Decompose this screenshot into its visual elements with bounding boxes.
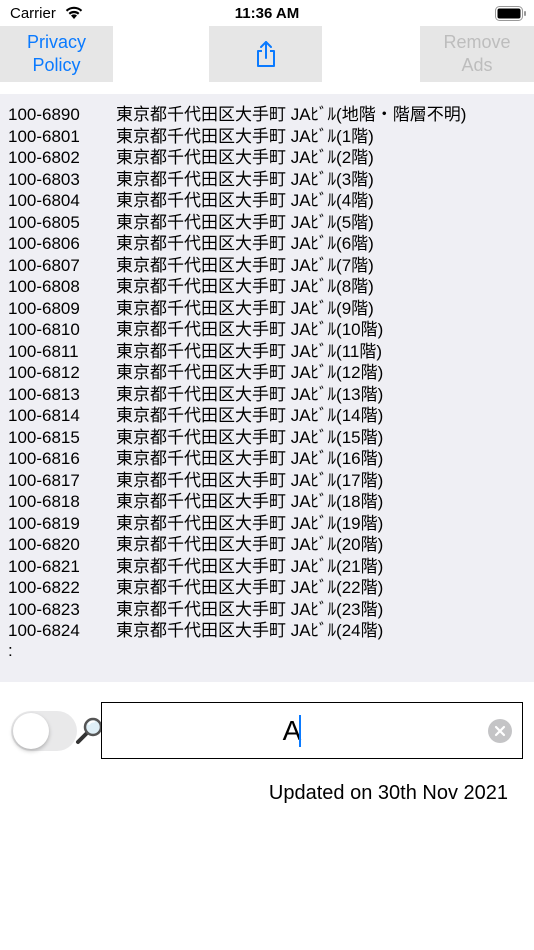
list-item[interactable]: 100-6801 東京都千代田区大手町 JAﾋﾞﾙ(1階) (8, 126, 466, 148)
clear-icon[interactable] (488, 719, 512, 743)
privacy-policy-label: Privacy Policy (26, 32, 86, 75)
list-item[interactable]: 100-6811 東京都千代田区大手町 JAﾋﾞﾙ(11階) (8, 341, 466, 363)
list-item[interactable]: 100-6807 東京都千代田区大手町 JAﾋﾞﾙ(7階) (8, 255, 466, 277)
address: 東京都千代田区大手町 JAﾋﾞﾙ(18階) (116, 492, 384, 511)
list-item[interactable]: 100-6817 東京都千代田区大手町 JAﾋﾞﾙ(17階) (8, 470, 466, 492)
postal-code: 100-6808 (8, 277, 80, 296)
address: 東京都千代田区大手町 JAﾋﾞﾙ(1階) (116, 126, 374, 146)
privacy-policy-button[interactable]: Privacy Policy (0, 26, 113, 82)
address: 東京都千代田区大手町 JAﾋﾞﾙ(地階・階層不明) (116, 105, 467, 124)
list-item[interactable]: 100-6823 東京都千代田区大手町 JAﾋﾞﾙ(23階) (8, 599, 466, 621)
address: 東京都千代田区大手町 JAﾋﾞﾙ(19階) (116, 513, 384, 533)
list-item[interactable]: 100-6818 東京都千代田区大手町 JAﾋﾞﾙ(18階) (8, 491, 466, 513)
address: 東京都千代田区大手町 JAﾋﾞﾙ(7階) (116, 255, 374, 275)
address: 東京都千代田区大手町 JAﾋﾞﾙ(3階) (116, 169, 374, 189)
postal-code: 100-6803 (8, 169, 80, 189)
address: 東京都千代田区大手町 JAﾋﾞﾙ(11階) (116, 341, 383, 361)
postal-code: 100-6816 (8, 449, 80, 468)
postal-code: 100-6813 (8, 384, 80, 404)
list-item[interactable]: 100-6815 東京都千代田区大手町 JAﾋﾞﾙ(15階) (8, 427, 466, 449)
address: 東京都千代田区大手町 JAﾋﾞﾙ(2階) (116, 148, 374, 167)
list-item[interactable]: 100-6804 東京都千代田区大手町 JAﾋﾞﾙ(4階) (8, 190, 466, 212)
status-bar: Carrier 11:36 AM (0, 0, 534, 26)
clock: 11:36 AM (234, 5, 300, 22)
address: 東京都千代田区大手町 JAﾋﾞﾙ(15階) (116, 427, 384, 447)
postal-code: 100-6818 (8, 492, 80, 511)
list-item[interactable]: 100-6820 東京都千代田区大手町 JAﾋﾞﾙ(20階) (8, 534, 466, 556)
postal-code: 100-6815 (8, 427, 80, 447)
list-item[interactable]: 100-6806 東京都千代田区大手町 JAﾋﾞﾙ(6階) (8, 233, 466, 255)
postal-code: 100-6823 (8, 599, 80, 619)
remove-ads-label: Remove Ads (443, 32, 511, 75)
list-item[interactable]: 100-6809 東京都千代田区大手町 JAﾋﾞﾙ(9階) (8, 298, 466, 320)
address: 東京都千代田区大手町 JAﾋﾞﾙ(21階) (116, 556, 384, 576)
postal-code: 100-6890 (8, 105, 80, 124)
magnifier-icon (76, 717, 103, 744)
address: 東京都千代田区大手町 JAﾋﾞﾙ(23階) (116, 599, 384, 619)
share-icon (256, 41, 275, 67)
results-list: 100-6890 東京都千代田区大手町 JAﾋﾞﾙ(地階・階層不明) 100-680… (8, 104, 466, 663)
list-item[interactable]: 100-6816 東京都千代田区大手町 JAﾋﾞﾙ(16階) (8, 448, 466, 470)
postal-code: 100-6812 (8, 363, 80, 382)
postal-code: 100-6824 (8, 621, 80, 640)
postal-code: 100-6814 (8, 406, 80, 425)
more-indicator: : (8, 640, 13, 660)
postal-code: 100-6820 (8, 535, 80, 554)
list-item[interactable]: 100-6819 東京都千代田区大手町 JAﾋﾞﾙ(19階) (8, 513, 466, 535)
address: 東京都千代田区大手町 JAﾋﾞﾙ(5階) (116, 212, 374, 232)
remove-ads-button[interactable]: Remove Ads (420, 26, 534, 82)
address: 東京都千代田区大手町 JAﾋﾞﾙ(22階) (116, 578, 384, 597)
list-item[interactable]: 100-6821 東京都千代田区大手町 JAﾋﾞﾙ(21階) (8, 556, 466, 578)
list-item[interactable]: 100-6812 東京都千代田区大手町 JAﾋﾞﾙ(12階) (8, 362, 466, 384)
list-item[interactable]: 100-6808 東京都千代田区大手町 JAﾋﾞﾙ(8階) (8, 276, 466, 298)
address: 東京都千代田区大手町 JAﾋﾞﾙ(8階) (116, 277, 374, 296)
postal-code: 100-6817 (8, 470, 80, 490)
search-field[interactable]: A (101, 702, 523, 759)
postal-code: 100-6819 (8, 513, 80, 533)
postal-code: 100-6822 (8, 578, 80, 597)
address: 東京都千代田区大手町 JAﾋﾞﾙ(17階) (116, 470, 384, 490)
address: 東京都千代田区大手町 JAﾋﾞﾙ(13階) (116, 384, 384, 404)
battery-icon (495, 6, 526, 21)
address: 東京都千代田区大手町 JAﾋﾞﾙ(12階) (116, 363, 384, 382)
postal-code: 100-6821 (8, 556, 80, 576)
postal-code: 100-6802 (8, 148, 80, 167)
share-button[interactable] (209, 26, 322, 82)
postal-code: 100-6804 (8, 191, 80, 210)
list-item[interactable]: 100-6802 東京都千代田区大手町 JAﾋﾞﾙ(2階) (8, 147, 466, 169)
list-item[interactable]: 100-6824 東京都千代田区大手町 JAﾋﾞﾙ(24階) (8, 620, 466, 642)
list-item[interactable]: 100-6805 東京都千代田区大手町 JAﾋﾞﾙ(5階) (8, 212, 466, 234)
address: 東京都千代田区大手町 JAﾋﾞﾙ(10階) (116, 320, 384, 339)
updated-date-label: Updated on 30th Nov 2021 (268, 782, 508, 804)
results-panel[interactable]: 100-6890 東京都千代田区大手町 JAﾋﾞﾙ(地階・階層不明) 100-680… (0, 94, 534, 682)
postal-code: 100-6801 (8, 126, 80, 146)
list-item[interactable]: 100-6803 東京都千代田区大手町 JAﾋﾞﾙ(3階) (8, 169, 466, 191)
address: 東京都千代田区大手町 JAﾋﾞﾙ(24階) (116, 621, 384, 640)
list-item[interactable]: 100-6822 東京都千代田区大手町 JAﾋﾞﾙ(22階) (8, 577, 466, 599)
address: 東京都千代田区大手町 JAﾋﾞﾙ(9階) (116, 298, 374, 318)
postal-code: 100-6806 (8, 234, 80, 253)
postal-code: 100-6805 (8, 212, 80, 232)
text-caret (299, 715, 301, 747)
address: 東京都千代田区大手町 JAﾋﾞﾙ(4階) (116, 191, 374, 210)
postal-code: 100-6810 (8, 320, 80, 339)
postal-code: 100-6809 (8, 298, 80, 318)
address: 東京都千代田区大手町 JAﾋﾞﾙ(16階) (116, 449, 384, 468)
address: 東京都千代田区大手町 JAﾋﾞﾙ(6階) (116, 234, 374, 253)
address: 東京都千代田区大手町 JAﾋﾞﾙ(14階) (116, 406, 384, 425)
search-input[interactable]: A (102, 703, 482, 758)
list-item[interactable]: 100-6890 東京都千代田区大手町 JAﾋﾞﾙ(地階・階層不明) (8, 104, 466, 126)
postal-code: 100-6807 (8, 255, 80, 275)
list-item[interactable]: 100-6814 東京都千代田区大手町 JAﾋﾞﾙ(14階) (8, 405, 466, 427)
toggle-knob (13, 713, 49, 749)
address: 東京都千代田区大手町 JAﾋﾞﾙ(20階) (116, 535, 384, 554)
postal-code: 100-6811 (8, 341, 79, 361)
search-mode-toggle[interactable] (11, 711, 77, 751)
list-item[interactable]: 100-6810 東京都千代田区大手町 JAﾋﾞﾙ(10階) (8, 319, 466, 341)
list-item[interactable]: 100-6813 東京都千代田区大手町 JAﾋﾞﾙ(13階) (8, 384, 466, 406)
